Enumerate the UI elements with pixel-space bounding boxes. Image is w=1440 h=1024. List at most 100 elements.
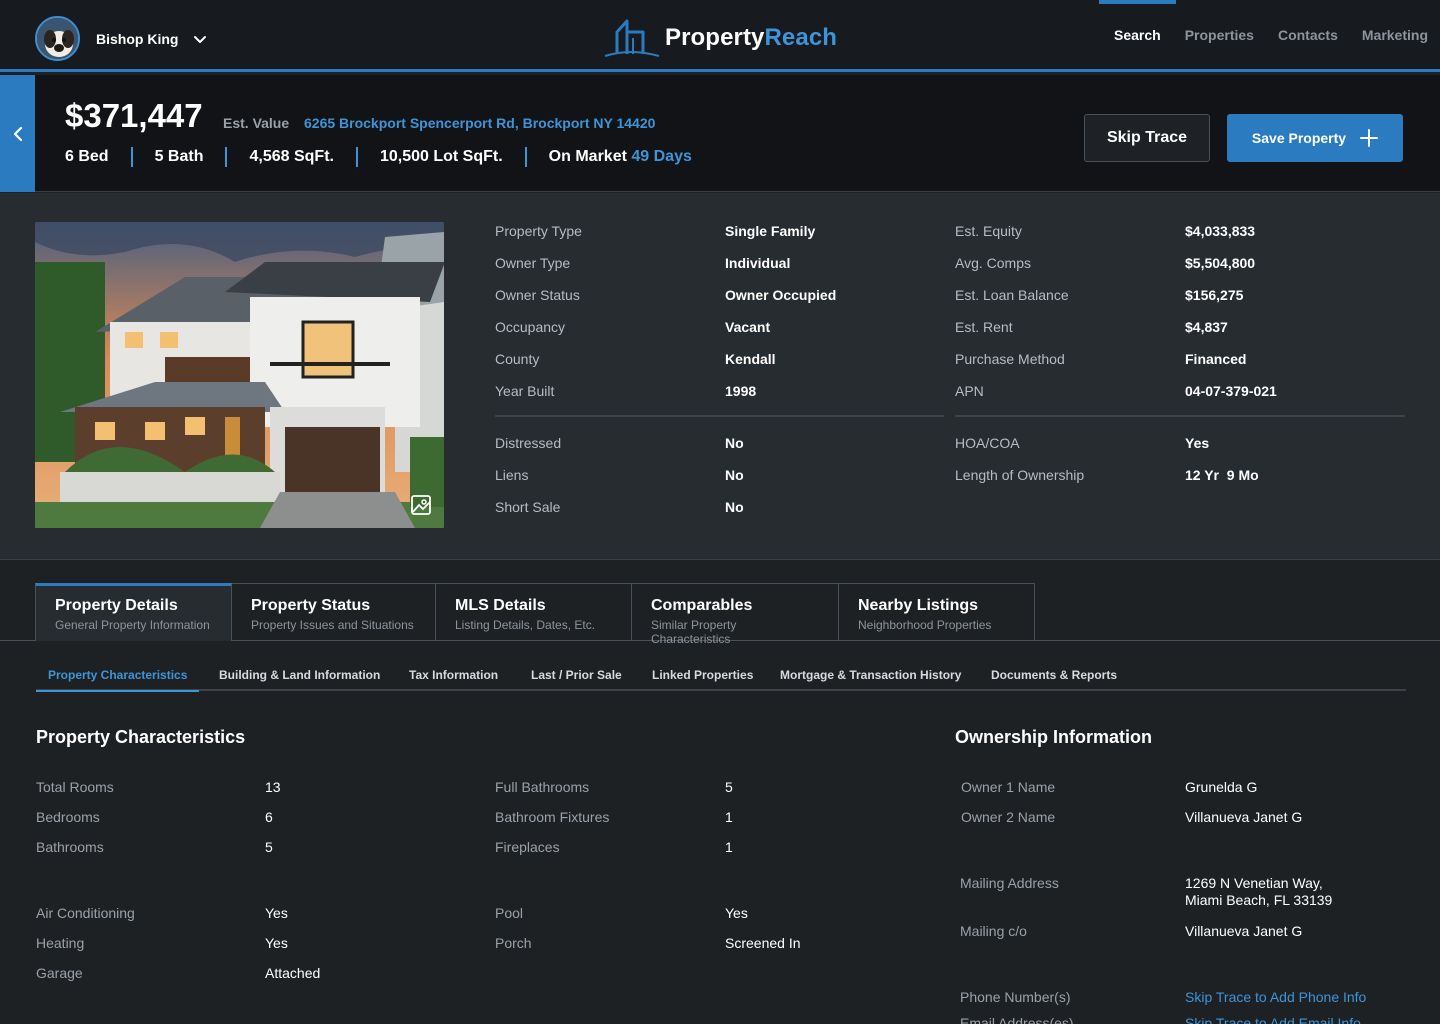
tab-nearby-listings[interactable]: Nearby Listings Neighborhood Properties — [839, 583, 1035, 641]
label-bathrooms: Bathrooms — [36, 839, 104, 855]
skip-trace-button[interactable]: Skip Trace — [1084, 114, 1210, 162]
building-logo-icon — [604, 19, 660, 57]
top-navigation-bar: Bishop King PropertyReach Search Propert… — [0, 0, 1440, 72]
tab-subtitle: Property Issues and Situations — [251, 618, 414, 632]
value-short-sale: No — [725, 499, 744, 515]
skip-trace-phone-link[interactable]: Skip Trace to Add Phone Info — [1185, 989, 1366, 1005]
subtab-property-characteristics[interactable]: Property Characteristics — [35, 668, 200, 692]
nav-marketing[interactable]: Marketing — [1362, 0, 1428, 70]
value-mailing-co: Villanueva Janet G — [1185, 923, 1303, 939]
tab-comparables[interactable]: Comparables Similar Property Characteris… — [632, 583, 839, 646]
tab-property-details[interactable]: Property Details General Property Inform… — [35, 583, 232, 641]
label-bedrooms: Bedrooms — [36, 809, 100, 825]
value-mailing-address-line1: 1269 N Venetian Way, — [1185, 875, 1323, 891]
fact-divider — [225, 147, 228, 167]
nav-search[interactable]: Search — [1099, 0, 1176, 70]
value-garage: Attached — [265, 965, 321, 981]
tab-subtitle: Similar Property Characteristics — [651, 618, 737, 646]
property-photo[interactable] — [35, 222, 444, 528]
label-owner-1-name: Owner 1 Name — [961, 779, 1056, 795]
label-short-sale: Short Sale — [495, 499, 561, 515]
value-heating: Yes — [265, 935, 288, 951]
label-county: County — [495, 351, 540, 367]
user-name[interactable]: Bishop King — [96, 31, 178, 47]
back-button[interactable] — [0, 75, 35, 192]
gallery-icon[interactable] — [410, 494, 432, 516]
label-length-of-ownership: Length of Ownership — [955, 467, 1085, 483]
subtab-mortgage-history[interactable]: Mortgage & Transaction History — [780, 668, 961, 682]
label-garage: Garage — [36, 965, 83, 981]
fact-divider — [355, 147, 358, 167]
value-owner-2-name: Villanueva Janet G — [1185, 809, 1303, 825]
label-avg-comps: Avg. Comps — [955, 255, 1031, 271]
label-fireplaces: Fireplaces — [495, 839, 560, 855]
label-email-addresses: Email Address(es) — [960, 1015, 1074, 1024]
subtab-last-prior-sale[interactable]: Last / Prior Sale — [531, 668, 622, 682]
chevron-down-icon[interactable] — [192, 31, 208, 47]
value-county: Kendall — [725, 351, 776, 367]
on-market-label: On Market — [548, 148, 627, 165]
brand-name: PropertyReach — [665, 24, 837, 52]
avatar[interactable] — [35, 16, 80, 61]
label-hoa-coa: HOA/COA — [955, 435, 1020, 451]
user-menu[interactable]: Bishop King — [35, 16, 208, 61]
tab-title: MLS Details — [455, 597, 546, 614]
save-property-button[interactable]: Save Property — [1227, 114, 1403, 162]
fact-baths: 5 Bath — [154, 148, 204, 165]
value-bathrooms: 5 — [265, 839, 273, 855]
detail-tabs: Property Details General Property Inform… — [35, 583, 1035, 646]
characteristics-title: Property Characteristics — [36, 727, 246, 747]
value-total-rooms: 13 — [265, 779, 281, 795]
fact-lot-sqft: 10,500 Lot SqFt. — [379, 148, 503, 165]
value-liens: No — [725, 467, 744, 483]
property-address-link[interactable]: 6265 Brockport Spencerport Rd, Brockport… — [304, 115, 655, 131]
value-porch: Screened In — [725, 935, 801, 951]
label-heating: Heating — [36, 935, 85, 951]
label-mailing-address: Mailing Address — [960, 875, 1059, 891]
value-year-built: 1998 — [725, 383, 757, 399]
plus-icon — [1360, 129, 1379, 147]
label-year-built: Year Built — [495, 383, 555, 399]
value-distressed: No — [725, 435, 744, 451]
divider — [955, 415, 1405, 417]
label-porch: Porch — [495, 935, 532, 951]
property-summary: Property Type Single Family Owner Type I… — [0, 193, 1440, 560]
label-property-type: Property Type — [495, 223, 582, 239]
tab-title: Property Status — [251, 597, 371, 614]
value-owner-1-name: Grunelda G — [1185, 779, 1258, 795]
subtab-linked-properties[interactable]: Linked Properties — [652, 668, 753, 682]
fact-on-market: On Market 49 Days — [549, 148, 692, 166]
tab-subtitle: Listing Details, Dates, Etc. — [455, 618, 596, 632]
value-property-type: Single Family — [725, 223, 816, 239]
tab-subtitle: General Property Information — [55, 618, 210, 632]
value-owner-status: Owner Occupied — [725, 287, 837, 303]
tab-property-status[interactable]: Property Status Property Issues and Situ… — [232, 583, 436, 641]
value-air-conditioning: Yes — [265, 905, 288, 921]
value-occupancy: Vacant — [725, 319, 771, 335]
brand-logo[interactable]: PropertyReach — [603, 18, 837, 58]
label-occupancy: Occupancy — [495, 319, 566, 335]
label-pool: Pool — [495, 905, 524, 921]
value-pool: Yes — [725, 905, 748, 921]
value-full-bathrooms: 5 — [725, 779, 733, 795]
value-mailing-address-line2: Miami Beach, FL 33139 — [1185, 892, 1333, 908]
tab-mls-details[interactable]: MLS Details Listing Details, Dates, Etc. — [436, 583, 632, 641]
fact-beds: 6 Bed — [65, 148, 109, 165]
nav-properties[interactable]: Properties — [1185, 0, 1254, 70]
skip-trace-email-link[interactable]: Skip Trace to Add Email Info — [1185, 1015, 1361, 1024]
value-avg-comps: $5,504,800 — [1185, 255, 1256, 271]
label-full-bathrooms: Full Bathrooms — [495, 779, 590, 795]
value-hoa-coa: Yes — [1185, 435, 1210, 451]
nav-contacts[interactable]: Contacts — [1278, 0, 1338, 70]
estimated-value: $371,447 — [65, 97, 203, 134]
label-est-rent: Est. Rent — [955, 319, 1013, 335]
label-air-conditioning: Air Conditioning — [36, 905, 135, 921]
value-owner-type: Individual — [725, 255, 791, 271]
value-est-loan-balance: $156,275 — [1185, 287, 1244, 303]
subtab-documents-reports[interactable]: Documents & Reports — [991, 668, 1117, 682]
save-property-label: Save Property — [1251, 130, 1347, 146]
divider — [495, 415, 944, 417]
value-est-equity: $4,033,833 — [1185, 223, 1256, 239]
subtab-building-land[interactable]: Building & Land Information — [219, 668, 380, 682]
subtab-tax-information[interactable]: Tax Information — [409, 668, 498, 682]
